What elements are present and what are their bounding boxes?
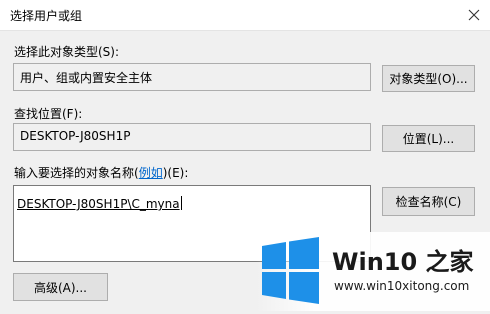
locations-button[interactable]: 位置(L)... [382,125,475,152]
object-type-field: 用户、组或内置安全主体 [13,63,371,91]
object-type-value: 用户、组或内置安全主体 [20,71,153,85]
examples-link[interactable]: 例如 [139,166,163,180]
location-field: DESKTOP-J80SH1P [13,123,371,151]
watermark-svg: Win10 之家 www.win10xitong.com [256,232,490,311]
object-types-button[interactable]: 对象类型(O)... [382,65,475,92]
object-names-label-prefix: 输入要选择的对象名称( [14,166,139,180]
check-names-button[interactable]: 检查名称(C) [382,187,475,216]
watermark: Win10 之家 www.win10xitong.com [256,232,490,311]
windows-logo-pane [262,242,286,269]
watermark-url-text: www.win10xitong.com [334,279,469,293]
object-names-label-suffix: )(E): [162,166,189,180]
watermark-brand-text: Win10 之家 [332,248,474,276]
windows-logo-pane [262,272,286,299]
object-type-label: 选择此对象类型(S): [14,45,120,59]
window-title: 选择用户或组 [10,9,83,23]
object-names-value: DESKTOP-J80SH1P\C_myna [17,196,182,211]
windows-logo-pane [289,237,319,269]
close-button[interactable] [458,0,490,30]
advanced-button[interactable]: 高级(A)... [13,273,108,301]
windows-logo-pane [289,272,319,304]
location-label: 查找位置(F): [14,107,83,121]
text-caret [180,196,182,210]
object-names-text: DESKTOP-J80SH1P\C_myna [17,197,180,211]
close-icon [468,9,480,21]
object-names-label: 输入要选择的对象名称(例如)(E): [14,164,188,181]
location-value: DESKTOP-J80SH1P [20,129,131,143]
